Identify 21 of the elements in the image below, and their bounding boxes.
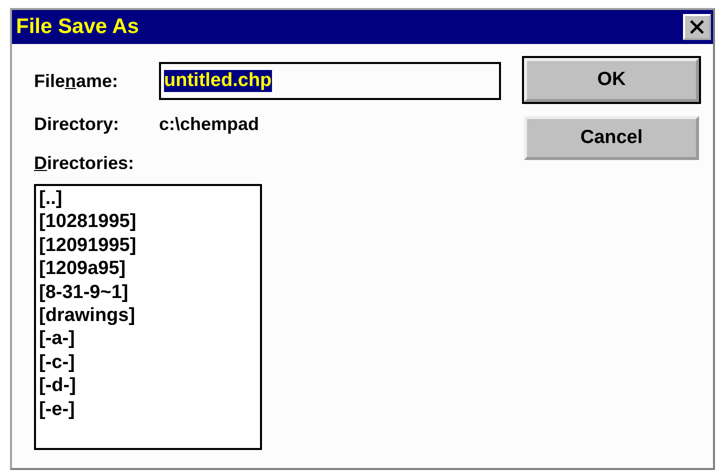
directory-path: c:\chempad (159, 114, 260, 135)
filename-field[interactable]: untitled.chp (159, 62, 501, 100)
directory-item[interactable]: [drawings] (39, 304, 257, 328)
close-icon (689, 19, 705, 35)
directory-list[interactable]: [..] [10281995] [12091995] [1209a95] [8-31-9~1] [drawings] [-a-] [-c-] [-d-] [-e-] (34, 184, 262, 450)
filename-label: Filename: (34, 70, 120, 92)
directory-item[interactable]: [-d-] (39, 374, 257, 398)
directory-item[interactable]: [10281995] (39, 210, 257, 234)
window-title: File Save As (16, 15, 139, 39)
directory-item[interactable]: [-e-] (39, 398, 257, 422)
directory-item[interactable]: [-c-] (39, 350, 257, 374)
directory-item[interactable]: [12091995] (39, 234, 257, 258)
directory-item[interactable]: [-a-] (39, 327, 257, 351)
directory-label: Directory: (34, 114, 120, 135)
directory-item[interactable]: [8-31-9~1] (39, 280, 257, 304)
directory-item[interactable]: [..] (39, 187, 257, 210)
ok-button[interactable]: OK (524, 58, 699, 102)
close-button[interactable] (683, 14, 711, 40)
cancel-button[interactable]: Cancel (524, 116, 699, 160)
directories-label: Directories: (34, 153, 134, 173)
directory-item[interactable]: [1209a95] (39, 257, 257, 281)
